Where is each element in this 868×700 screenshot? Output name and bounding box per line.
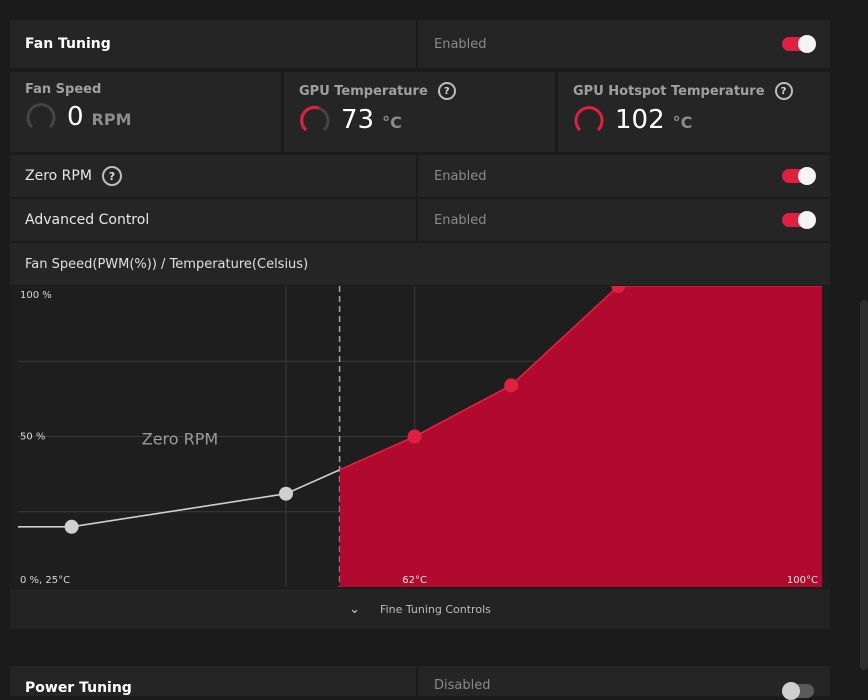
metric-title-row: GPU Hotspot Temperature ? [573, 82, 815, 100]
curve-point-4[interactable] [504, 378, 519, 393]
y-label-0: 0 %, 25°C [20, 575, 70, 586]
gpu-hotspot-unit: °C [672, 112, 693, 132]
metric-value-row: 73 °C [299, 104, 540, 136]
curve-point-3[interactable] [407, 429, 422, 444]
metric-title-row: Fan Speed [25, 82, 266, 97]
fan-speed-unit: RPM [91, 109, 132, 129]
advanced-control-label: Advanced Control [25, 212, 150, 228]
zero-rpm-label: Zero RPM [25, 168, 92, 184]
fan-speed-metric: Fan Speed 0 RPM [10, 72, 281, 152]
help-icon[interactable]: ? [774, 82, 793, 100]
gpu-hotspot-title: GPU Hotspot Temperature [573, 83, 765, 99]
gpu-temperature-title: GPU Temperature [299, 83, 428, 99]
advanced-control-state-cell: Enabled [418, 199, 830, 241]
fan-tuning-label-cell: Fan Tuning [10, 20, 418, 68]
fan-tuning-state-cell: Enabled [418, 20, 830, 68]
fan-tuning-label: Fan Tuning [25, 36, 111, 52]
zero-rpm-toggle[interactable] [782, 167, 816, 185]
gpu-hotspot-metric: GPU Hotspot Temperature ? 102 °C [558, 72, 830, 152]
fine-tuning-controls-label: Fine Tuning Controls [380, 602, 491, 616]
chart-title: Fan Speed(PWM(%)) / Temperature(Celsius) [25, 256, 309, 272]
zero-rpm-row: Zero RPM ? Enabled [10, 155, 830, 197]
power-tuning-label: Power Tuning [25, 680, 132, 696]
curve-point-1[interactable] [64, 519, 79, 534]
toggle-knob [782, 682, 800, 700]
chevron-down-icon: ⌄ [349, 601, 361, 617]
gpu-temperature-value: 73 [341, 105, 375, 135]
scrollbar[interactable] [860, 300, 868, 670]
advanced-control-state: Enabled [434, 212, 487, 228]
advanced-control-row: Advanced Control Enabled [10, 199, 830, 241]
curve-point-2[interactable] [279, 486, 293, 501]
y-label-50: 50 % [20, 432, 45, 443]
gpu-temperature-metric: GPU Temperature ? 73 °C [284, 72, 555, 152]
toggle-knob [798, 167, 816, 185]
fan-speed-title: Fan Speed [25, 82, 102, 97]
fine-tuning-controls-button[interactable]: ⌄ Fine Tuning Controls [10, 589, 830, 629]
advanced-control-toggle[interactable] [782, 211, 816, 229]
chart-header: Fan Speed(PWM(%)) / Temperature(Celsius) [10, 243, 830, 285]
metric-value-row: 102 °C [573, 104, 815, 136]
y-label-100: 100 % [20, 290, 52, 301]
x-label-100: 100°C [787, 575, 818, 586]
zero-rpm-chart-label: Zero RPM [142, 430, 218, 449]
fan-curve-chart[interactable]: 100 % 50 % 0 %, 25°C 62°C 100°C Zero RPM [10, 279, 830, 588]
zero-rpm-label-cell: Zero RPM ? [10, 155, 418, 197]
power-tuning-state: Disabled [434, 678, 491, 693]
zero-rpm-state-cell: Enabled [418, 155, 830, 197]
help-icon[interactable]: ? [101, 166, 122, 186]
gpu-hotspot-gauge-icon [574, 106, 604, 132]
help-icon[interactable]: ? [437, 82, 456, 100]
fan-tuning-toggle[interactable] [782, 35, 816, 53]
power-tuning-state-cell: Disabled [418, 666, 830, 700]
toggle-knob [798, 35, 816, 53]
fan-tuning-row: Fan Tuning Enabled [10, 20, 830, 68]
gpu-temperature-gauge-icon [300, 105, 330, 132]
fan-speed-gauge-icon [26, 103, 56, 129]
x-label-62: 62°C [402, 575, 427, 586]
gpu-hotspot-value: 102 [615, 105, 665, 135]
inactive-curve-line [18, 469, 340, 528]
power-tuning-label-cell: Power Tuning [10, 666, 418, 696]
toggle-knob [798, 211, 816, 229]
power-tuning-row: Power Tuning Disabled [10, 666, 830, 700]
zero-rpm-state: Enabled [434, 168, 487, 184]
fan-curve-svg[interactable]: 100 % 50 % 0 %, 25°C 62°C 100°C Zero RPM [10, 279, 830, 588]
metric-title-row: GPU Temperature ? [299, 82, 540, 100]
gpu-temperature-unit: °C [382, 112, 402, 132]
metric-value-row: 0 RPM [25, 101, 266, 133]
advanced-control-label-cell: Advanced Control [10, 199, 418, 241]
fan-tuning-state: Enabled [434, 36, 487, 52]
power-tuning-toggle[interactable] [782, 682, 814, 700]
fan-speed-value: 0 [67, 102, 84, 132]
